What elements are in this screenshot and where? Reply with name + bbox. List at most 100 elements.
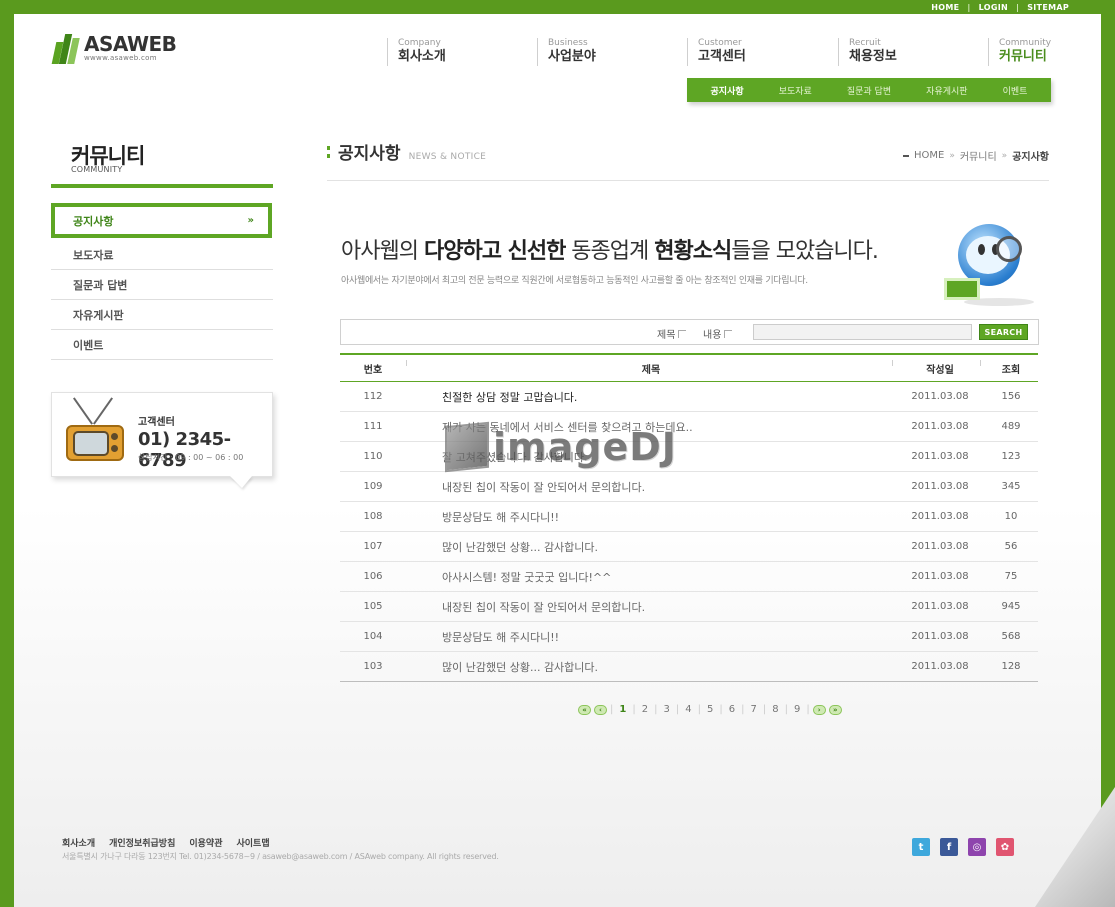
search-button[interactable]: SEARCH	[979, 324, 1028, 340]
separator: |	[697, 704, 701, 715]
facebook-icon[interactable]: f	[940, 838, 958, 856]
nav-company[interactable]: Company 회사소개	[387, 38, 446, 66]
search-option-title[interactable]: 제목	[657, 326, 687, 341]
table-row[interactable]: 112 친절한 상담 정말 고맙습니다. 2011.03.08 156	[340, 382, 1038, 412]
row-date: 2011.03.08	[911, 601, 969, 612]
chevron-right-icon: »	[1001, 150, 1008, 161]
separator: |	[762, 704, 767, 715]
home-link[interactable]: HOME	[931, 3, 959, 12]
checkbox-icon[interactable]	[724, 329, 733, 338]
page-link-2[interactable]: 2	[639, 704, 651, 715]
subnav-qna[interactable]: 질문과 답변	[847, 84, 891, 97]
breadcrumb-current: 공지사항	[1012, 152, 1049, 163]
search-option-content[interactable]: 내용	[703, 326, 733, 341]
separator: |	[741, 704, 745, 715]
login-link[interactable]: LOGIN	[979, 3, 1008, 12]
sidebar-menu: 보도자료 질문과 답변 자유게시판 이벤트	[51, 240, 273, 360]
page-link-5[interactable]: 5	[704, 704, 716, 715]
checkbox-icon[interactable]	[678, 329, 687, 338]
table-row[interactable]: 108 방문상담도 해 주시다니!! 2011.03.08 10	[340, 502, 1038, 532]
next-page-icon[interactable]: ›	[812, 704, 826, 715]
row-no: 109	[363, 481, 383, 492]
page-link-6[interactable]: 6	[726, 704, 738, 715]
footer-address: 서울특별시 가나구 다라동 123번지 Tel. 01)234-5678~9 /…	[62, 852, 499, 861]
footer-link-terms[interactable]: 이용약관	[189, 836, 222, 849]
subnav-notice[interactable]: 공지사항	[711, 84, 744, 97]
row-title-link[interactable]: 많이 난감했던 상황... 감사합니다.	[406, 659, 896, 675]
sidebar-item-notice[interactable]: 공지사항 »	[51, 203, 272, 238]
footer-link-sitemap[interactable]: 사이트맵	[237, 836, 270, 849]
row-title-link[interactable]: 내장된 칩이 작동이 잘 안되어서 문의합니다.	[406, 479, 896, 495]
sidebar-item-label: 공지사항	[73, 214, 114, 228]
column-separator	[980, 360, 981, 366]
page-link-1[interactable]: 1	[616, 704, 629, 715]
separator: |	[967, 3, 971, 12]
breadcrumb: HOME » 커뮤니티 » 공지사항	[903, 148, 1049, 163]
row-title-link[interactable]: 방문상담도 해 주시다니!!	[406, 629, 896, 645]
footer-link-company[interactable]: 회사소개	[62, 836, 95, 849]
page-link-7[interactable]: 7	[747, 704, 759, 715]
pagination: « ‹ | 1 | 2 | 3 | 4 | 5 | 6 | 7 | 8 | 9 …	[578, 704, 842, 715]
column-separator	[892, 360, 893, 366]
breadcrumb-community[interactable]: 커뮤니티	[960, 148, 997, 163]
twitter-icon[interactable]: t	[912, 838, 930, 856]
search-input[interactable]	[753, 324, 972, 340]
footer-link-privacy[interactable]: 개인정보취급방침	[109, 836, 175, 849]
customer-center-label: 고객센터	[138, 417, 175, 428]
nav-label-en: Business	[548, 38, 588, 48]
prev-page-icon[interactable]: ‹	[594, 704, 607, 715]
sidebar-item-press[interactable]: 보도자료	[51, 240, 273, 270]
site-logo[interactable]: ASAWEB wwww.asaweb.com	[51, 34, 177, 64]
social-links: t f ◎ ✿	[912, 838, 1014, 856]
customer-center-phone: 01) 2345-6789	[138, 429, 231, 471]
sitemap-link[interactable]: SITEMAP	[1027, 3, 1069, 12]
nav-community[interactable]: Community 커뮤니티	[988, 38, 1051, 66]
row-no: 110	[363, 451, 383, 462]
first-page-icon[interactable]: «	[578, 704, 591, 715]
row-title-link[interactable]: 아사시스템! 정말 굿굿굿 입니다!^^	[406, 569, 896, 585]
sidebar-item-qna[interactable]: 질문과 답변	[51, 270, 273, 300]
row-views: 10	[1004, 511, 1018, 522]
table-row[interactable]: 109 내장된 칩이 작동이 잘 안되어서 문의합니다. 2011.03.08 …	[340, 472, 1038, 502]
nav-customer[interactable]: Customer 고객센터	[687, 38, 746, 66]
row-title-link[interactable]: 방문상담도 해 주시다니!!	[406, 509, 896, 525]
row-no: 106	[363, 571, 383, 582]
page-link-9[interactable]: 9	[791, 704, 803, 715]
hero-headline: 아사웹의 다양하고 신선한 동종업계 현황소식들을 모았습니다.	[341, 233, 879, 265]
table-row[interactable]: 104 방문상담도 해 주시다니!! 2011.03.08 568	[340, 622, 1038, 652]
page-link-3[interactable]: 3	[660, 704, 672, 715]
table-row[interactable]: 107 많이 난감했던 상황... 감사합니다. 2011.03.08 56	[340, 532, 1038, 562]
tv-icon	[66, 397, 124, 463]
page-link-4[interactable]: 4	[682, 704, 694, 715]
blog-icon[interactable]: ✿	[996, 838, 1014, 856]
column-separator	[406, 360, 407, 366]
row-title-link[interactable]: 많이 난감했던 상황... 감사합니다.	[406, 539, 896, 555]
customer-center-hours: 상담시간 : 09 : 00 ~ 06 : 00	[138, 453, 244, 462]
row-date: 2011.03.08	[911, 631, 969, 642]
nav-business[interactable]: Business 사업분야	[537, 38, 596, 66]
breadcrumb-home[interactable]: HOME	[914, 150, 944, 161]
me2day-icon[interactable]: ◎	[968, 838, 986, 856]
nav-label-ko: 회사소개	[398, 49, 446, 64]
row-views: 345	[1001, 481, 1021, 492]
table-row[interactable]: 105 내장된 칩이 작동이 잘 안되어서 문의합니다. 2011.03.08 …	[340, 592, 1038, 622]
table-row[interactable]: 106 아사시스템! 정말 굿굿굿 입니다!^^ 2011.03.08 75	[340, 562, 1038, 592]
title-bullet-icon	[327, 145, 330, 158]
main-navigation: Company 회사소개 Business 사업분야 Customer 고객센터…	[387, 38, 1051, 68]
row-title-link[interactable]: 내장된 칩이 작동이 잘 안되어서 문의합니다.	[406, 599, 896, 615]
row-views: 156	[1001, 391, 1021, 402]
page-link-8[interactable]: 8	[769, 704, 781, 715]
subnav-freeboard[interactable]: 자유게시판	[926, 84, 967, 97]
subnav-event[interactable]: 이벤트	[1003, 84, 1028, 97]
separator: |	[632, 704, 636, 715]
sidebar-item-event[interactable]: 이벤트	[51, 330, 273, 360]
row-title-link[interactable]: 친절한 상담 정말 고맙습니다.	[406, 389, 896, 405]
nav-label-en: Recruit	[849, 38, 881, 48]
subnav-press[interactable]: 보도자료	[779, 84, 812, 97]
nav-recruit[interactable]: Recruit 채용정보	[838, 38, 897, 66]
sidebar-item-freeboard[interactable]: 자유게시판	[51, 300, 273, 330]
separator: |	[1015, 3, 1020, 12]
table-row[interactable]: 103 많이 난감했던 상황... 감사합니다. 2011.03.08 128	[340, 652, 1038, 682]
last-page-icon[interactable]: »	[828, 704, 842, 715]
row-date: 2011.03.08	[911, 451, 969, 462]
